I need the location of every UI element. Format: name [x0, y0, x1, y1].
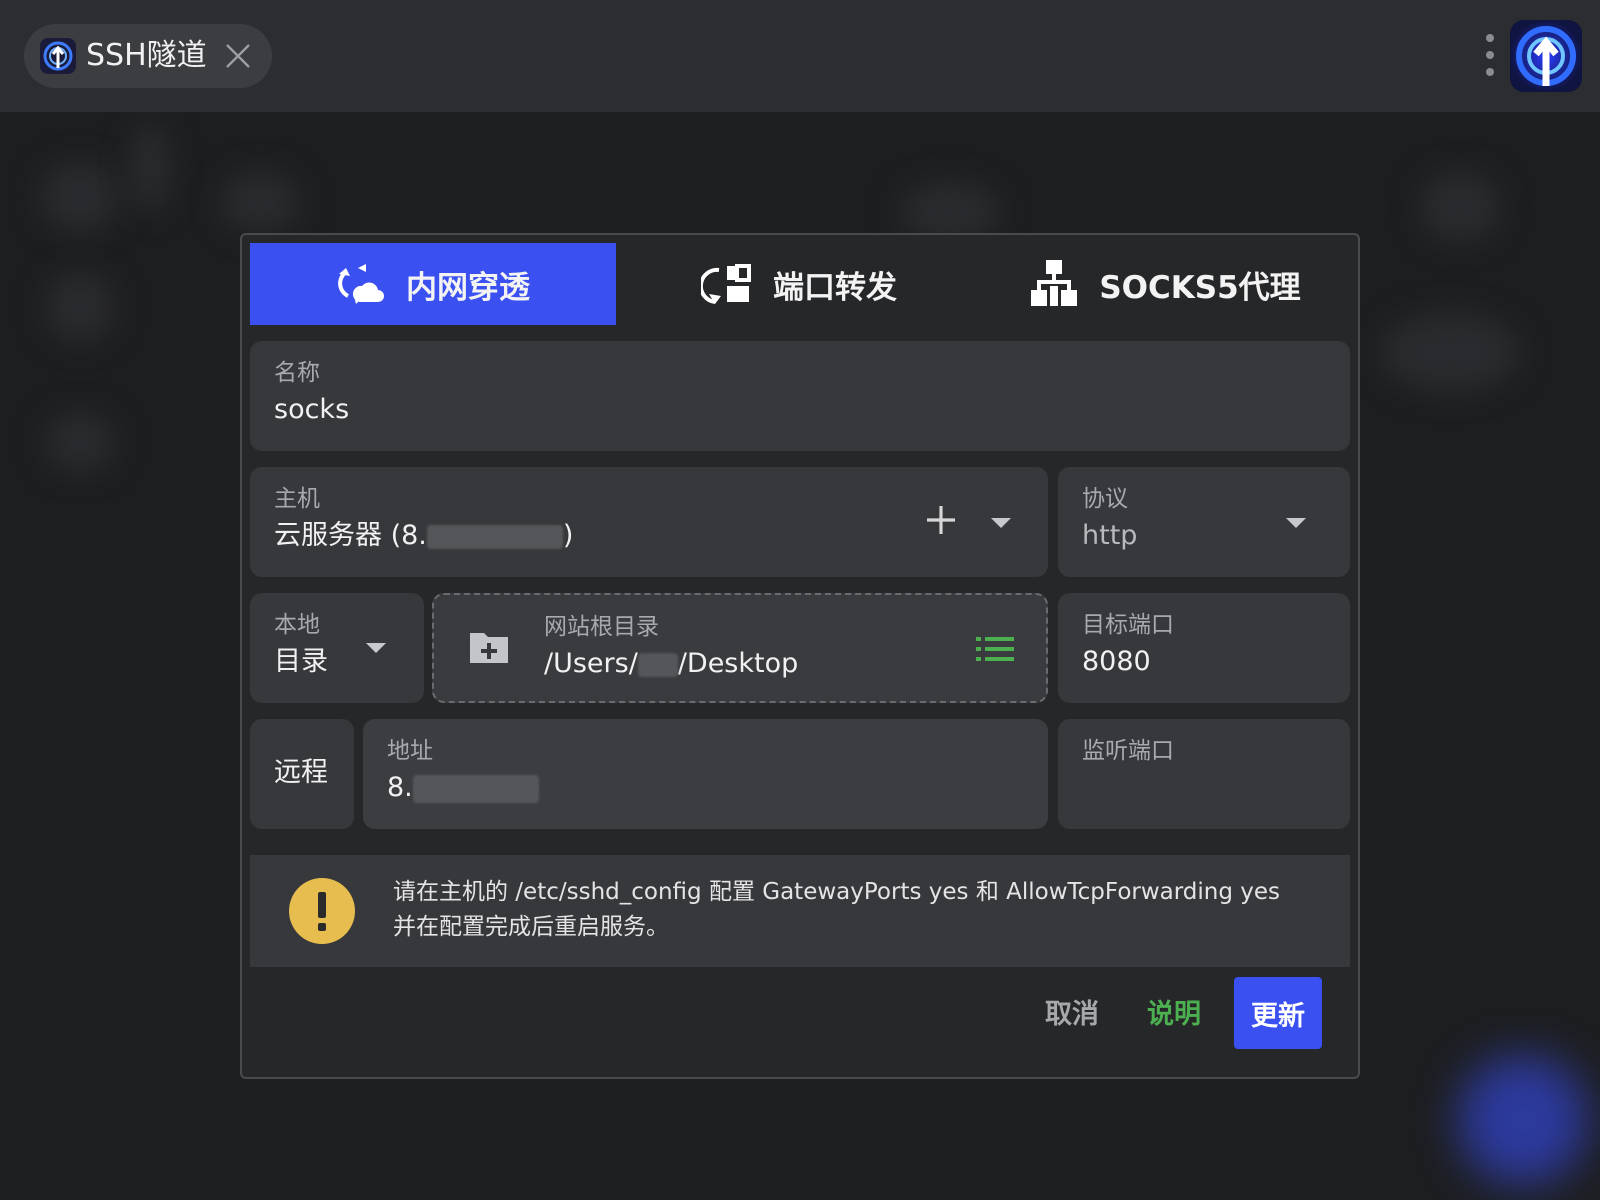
tab-label: 端口转发 [773, 269, 897, 306]
target-port-label: 目标端口 [1082, 612, 1174, 638]
address-input[interactable]: 8. [387, 771, 539, 805]
tab-port-forwarding[interactable]: 端口转发 [616, 243, 982, 325]
tab-socks5-proxy[interactable]: SOCKS5代理 [982, 243, 1350, 325]
listen-port-label: 监听端口 [1082, 738, 1174, 764]
address-prefix: 8. [387, 772, 413, 803]
port-forward-icon [701, 264, 751, 304]
close-icon[interactable] [224, 42, 252, 70]
web-root-suffix: /Desktop [677, 648, 799, 679]
tab-label: 内网穿透 [406, 269, 530, 306]
tunnel-app-icon [40, 38, 76, 74]
listen-port-field[interactable]: 监听端口 [1058, 719, 1350, 829]
local-label: 本地 [274, 612, 320, 638]
address-label: 地址 [387, 738, 433, 764]
title-bar: SSH隧道 [0, 0, 1600, 112]
target-port-input[interactable]: 8080 [1082, 645, 1151, 679]
local-type-select[interactable]: 本地 目录 [250, 593, 424, 703]
notice-line-1: 请在主机的 /etc/sshd_config 配置 GatewayPorts y… [393, 879, 1281, 905]
host-value-prefix: 云服务器 (8. [274, 520, 427, 551]
chevron-down-icon[interactable] [1286, 518, 1306, 528]
notice-text: 请在主机的 /etc/sshd_config 配置 GatewayPorts y… [393, 875, 1280, 945]
config-notice: 请在主机的 /etc/sshd_config 配置 GatewayPorts y… [250, 855, 1350, 967]
cancel-button[interactable]: 取消 [1032, 977, 1112, 1045]
tab-intranet-penetration[interactable]: 内网穿透 [250, 243, 616, 325]
remote-label-box: 远程 [250, 719, 354, 829]
update-button[interactable]: 更新 [1234, 977, 1322, 1049]
kebab-menu-icon[interactable] [1482, 34, 1498, 78]
tab-ssh-tunnel[interactable]: SSH隧道 [24, 24, 272, 88]
web-root-value: /Users/ /Desktop [544, 647, 798, 681]
username-redacted [637, 652, 678, 677]
tunnel-edit-dialog: 内网穿透 端口转发 SOCKS5代理 名称 socks 主机 云服务器 (8. … [240, 233, 1360, 1079]
local-value: 目录 [274, 646, 328, 677]
list-icon[interactable] [976, 637, 1014, 665]
protocol-label: 协议 [1082, 486, 1128, 512]
web-root-prefix: /Users/ [544, 648, 638, 679]
help-button[interactable]: 说明 [1134, 977, 1214, 1045]
host-value-suffix: ) [562, 520, 574, 551]
protocol-value: http [1082, 520, 1138, 551]
host-value: 云服务器 (8.) [274, 519, 573, 553]
target-port-field[interactable]: 目标端口 8080 [1058, 593, 1350, 703]
remote-label: 远程 [274, 757, 328, 788]
protocol-select[interactable]: 协议 http [1058, 467, 1350, 577]
name-field[interactable]: 名称 socks [250, 341, 1350, 451]
tab-title: SSH隧道 [86, 38, 207, 73]
web-root-field[interactable]: 网站根目录 /Users/ /Desktop [432, 593, 1048, 703]
cloud-sync-icon [338, 264, 384, 304]
tab-label: SOCKS5代理 [1099, 269, 1301, 306]
tunnel-app-logo [1510, 20, 1582, 92]
name-label: 名称 [274, 360, 320, 386]
address-field[interactable]: 地址 8. [363, 719, 1048, 829]
name-input[interactable]: socks [274, 393, 349, 427]
host-ip-redacted [426, 524, 563, 549]
warning-icon [289, 878, 355, 948]
web-root-label: 网站根目录 [544, 614, 659, 640]
notice-line-2: 并在配置完成后重启服务。 [393, 914, 669, 940]
folder-add-icon[interactable] [468, 629, 510, 669]
network-tree-icon [1031, 260, 1078, 306]
host-label: 主机 [274, 486, 320, 512]
tunnel-type-tabs: 内网穿透 端口转发 SOCKS5代理 [250, 243, 1350, 325]
address-redacted [412, 774, 539, 803]
plus-icon[interactable] [926, 505, 956, 539]
chevron-down-icon[interactable] [366, 643, 386, 653]
chevron-down-icon[interactable] [991, 518, 1011, 528]
host-select[interactable]: 主机 云服务器 (8.) [250, 467, 1048, 577]
